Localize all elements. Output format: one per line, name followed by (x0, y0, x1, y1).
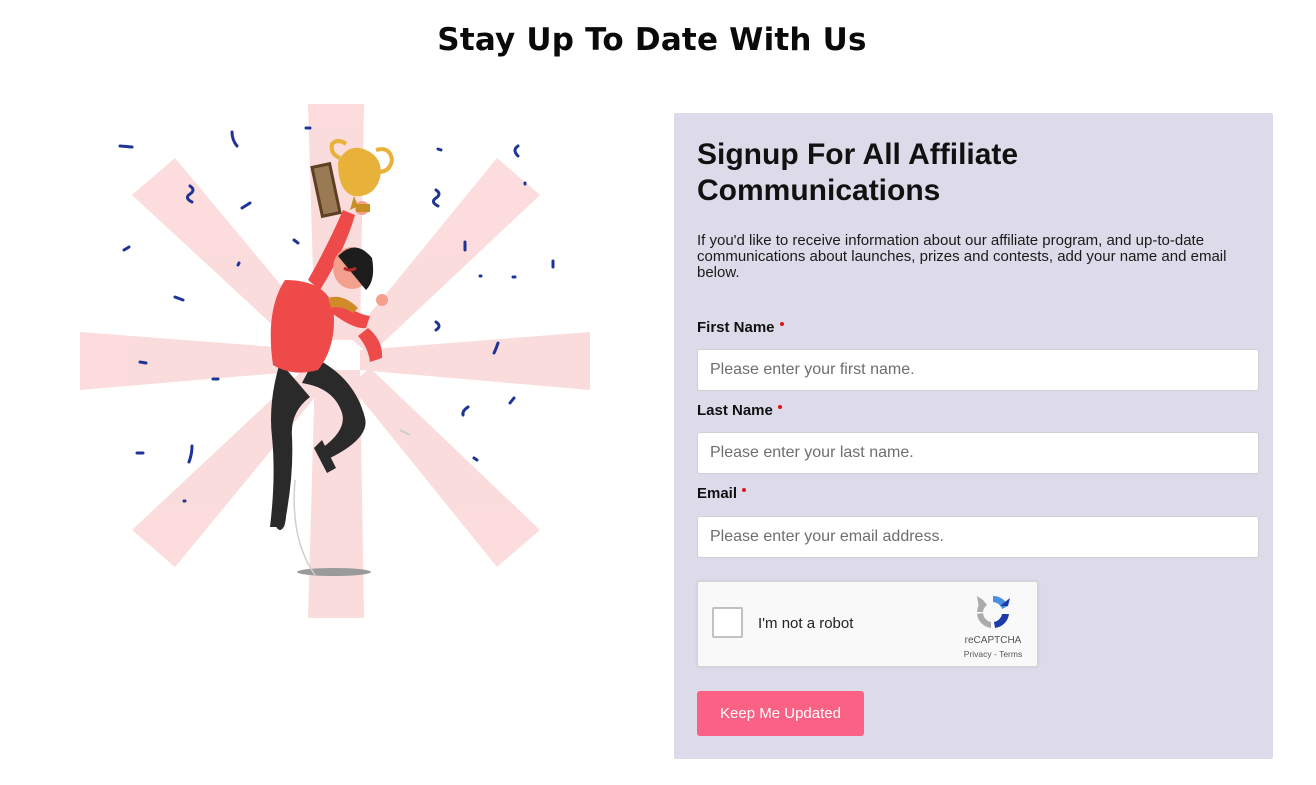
required-indicator (779, 322, 784, 326)
last-name-label-text: Last Name (697, 402, 773, 419)
first-name-label: First Name (697, 319, 784, 336)
recaptcha-link-separator: - (991, 649, 1000, 659)
page-title: Stay Up To Date With Us (437, 22, 867, 58)
celebration-illustration (70, 100, 600, 625)
recaptcha-label: I'm not a robot (758, 615, 854, 632)
last-name-input[interactable] (697, 432, 1259, 474)
keep-me-updated-button[interactable]: Keep Me Updated (697, 691, 864, 736)
recaptcha-widget: I'm not a robot reCAPTCHA Privacy - Term… (697, 581, 1038, 667)
form-title: Signup For All Affiliate Communications (697, 138, 1019, 207)
email-label-text: Email (697, 485, 738, 502)
recaptcha-terms-link[interactable]: Terms (999, 649, 1022, 659)
form-description: If you'd like to receive information abo… (697, 232, 1227, 281)
recaptcha-checkbox[interactable] (712, 607, 743, 638)
required-indicator (777, 405, 782, 409)
first-name-input[interactable] (697, 349, 1259, 391)
email-input[interactable] (697, 516, 1259, 558)
first-name-label-text: First Name (697, 319, 775, 336)
celebrating-man-icon (80, 104, 590, 618)
recaptcha-links: Privacy - Terms (948, 649, 1038, 659)
recaptcha-privacy-link[interactable]: Privacy (964, 649, 992, 659)
email-label: Email (697, 485, 747, 502)
recaptcha-brand: reCAPTCHA (964, 635, 1022, 646)
signup-form-panel: Signup For All Affiliate Communications … (674, 113, 1273, 759)
recaptcha-logo-icon (977, 595, 1010, 628)
last-name-label: Last Name (697, 402, 782, 419)
required-indicator (742, 488, 747, 492)
